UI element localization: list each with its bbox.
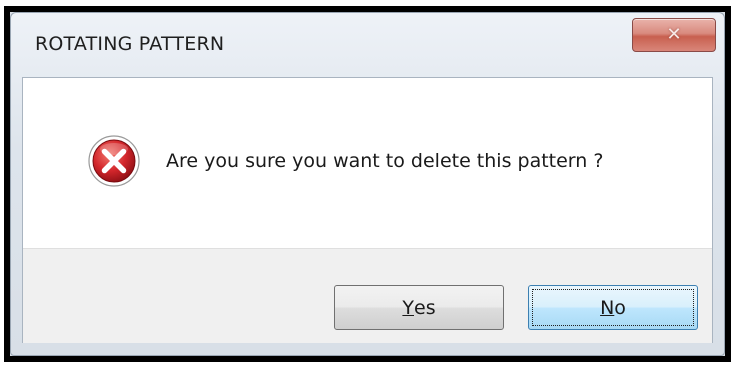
message-area: Are you sure you want to delete this pat…: [23, 78, 712, 248]
dialog-body: Are you sure you want to delete this pat…: [22, 77, 713, 343]
title-bar[interactable]: ROTATING PATTERN ✕: [11, 13, 724, 73]
no-button[interactable]: No: [528, 285, 698, 330]
close-button[interactable]: ✕: [632, 18, 716, 52]
yes-button[interactable]: Yes: [334, 285, 504, 330]
message-text: Are you sure you want to delete this pat…: [166, 150, 604, 172]
yes-label-rest: es: [414, 296, 436, 319]
message-dialog: ROTATING PATTERN ✕ Are you sure you want…: [10, 12, 725, 356]
error-icon: [88, 135, 140, 187]
window-title: ROTATING PATTERN: [35, 33, 225, 55]
button-bar: Yes No: [23, 248, 712, 343]
yes-accelerator: Y: [402, 296, 414, 319]
no-accelerator: N: [600, 296, 615, 319]
close-icon: ✕: [666, 24, 682, 45]
no-label-rest: o: [614, 296, 626, 319]
